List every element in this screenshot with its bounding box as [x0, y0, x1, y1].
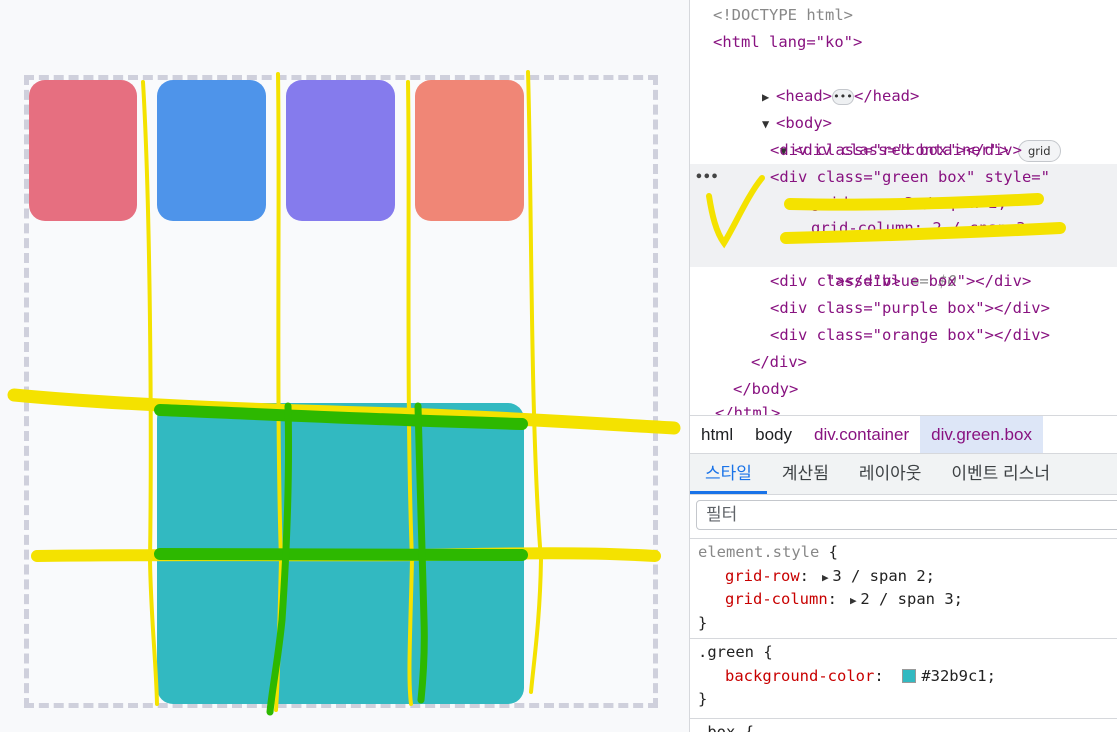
crumb-div-container[interactable]: div.container [803, 416, 920, 453]
elements-dom-tree: ••• <!DOCTYPE html> <html lang="ko"> ▶ <h… [690, 0, 1117, 415]
tab-layout[interactable]: 레이아웃 [844, 454, 937, 494]
page-preview [0, 0, 689, 732]
green-rule-header: .green { [698, 643, 773, 661]
element-style-rule: element.style { grid-row: ▶ 3 / span 2; g… [690, 538, 1117, 637]
yellow-highlights [706, 175, 1066, 249]
tab-computed[interactable]: 계산됨 [767, 454, 844, 494]
rule-close-brace: } [698, 613, 708, 632]
element-style-selector: element.style [698, 543, 820, 561]
box-class-rule: .box { [690, 718, 1117, 732]
element-breadcrumb: html body div.container div.green.box [690, 415, 1117, 453]
crumb-body[interactable]: body [744, 416, 803, 453]
tab-event-listeners[interactable]: 이벤트 리스너 [936, 454, 1065, 494]
green-grid-lines [154, 402, 528, 716]
devtools-panel: ••• <!DOCTYPE html> <html lang="ko"> ▶ <h… [689, 0, 1117, 732]
green-selector: .green [698, 643, 754, 661]
prop-value: 3 / span 2; [832, 566, 935, 585]
yellow-vertical-lines [141, 70, 544, 712]
prop-grid-column[interactable]: grid-column: ▶ 2 / span 3; [690, 588, 1117, 612]
value-expand-icon[interactable]: ▶ [818, 566, 832, 590]
green-class-rule: .green { background-color: #32b9c1; } [690, 638, 1117, 717]
value-expand-icon[interactable]: ▶ [846, 589, 860, 613]
prop-background-color[interactable]: background-color: #32b9c1; [690, 665, 1117, 689]
prop-value: #32b9c1; [921, 666, 996, 685]
prop-grid-row[interactable]: grid-row: ▶ 3 / span 2; [690, 565, 1117, 589]
prop-name: background-color [725, 666, 875, 685]
prop-name: grid-row [725, 566, 800, 585]
styles-tab-bar: 스타일 계산됨 레이아웃 이벤트 리스너 [690, 453, 1117, 495]
code-highlight-annotations [706, 175, 1066, 249]
grid-line-annotations [7, 70, 681, 716]
prop-name: grid-column [725, 590, 828, 608]
box-rule-header: .box { [698, 723, 754, 732]
color-swatch-icon[interactable] [902, 668, 917, 683]
crumb-div-green-box[interactable]: div.green.box [920, 416, 1043, 453]
crumb-html[interactable]: html [690, 416, 744, 453]
styles-filter-input[interactable]: 필터 [696, 500, 1117, 530]
prop-value: 2 / span 3; [860, 590, 963, 608]
tab-styles[interactable]: 스타일 [690, 454, 767, 494]
element-style-header: element.style { [698, 543, 838, 561]
rule-close-brace: } [698, 690, 708, 708]
